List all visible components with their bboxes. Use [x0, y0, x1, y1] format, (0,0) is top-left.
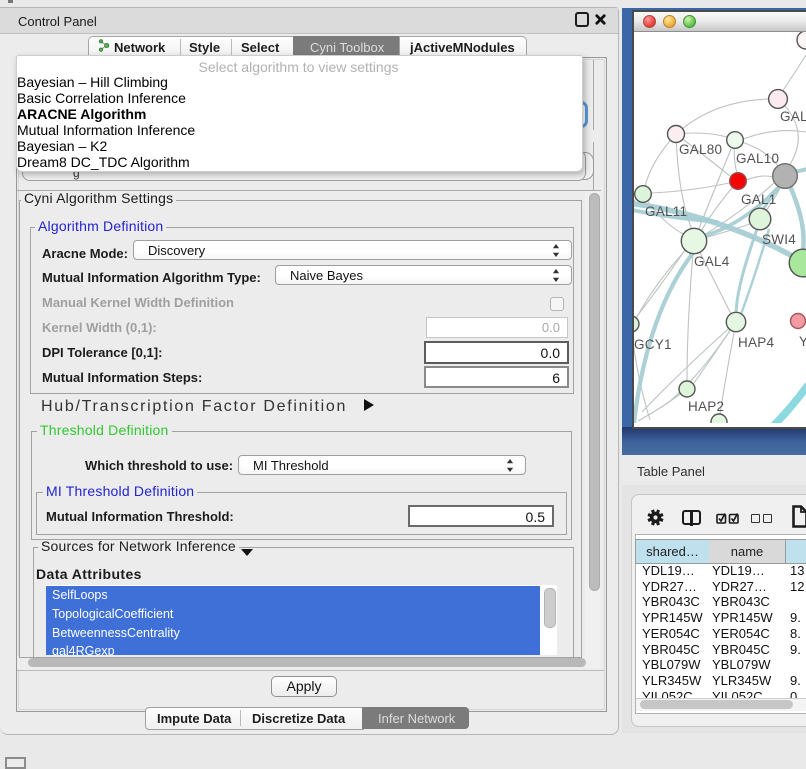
- svg-text:GAL11: GAL11: [645, 204, 687, 219]
- svg-text:HAP4: HAP4: [738, 335, 775, 350]
- svg-text:SWI4: SWI4: [762, 232, 796, 247]
- svg-text:GAL80: GAL80: [679, 142, 722, 157]
- svg-text:GAL4: GAL4: [694, 254, 730, 269]
- svg-text:HAP2: HAP2: [688, 399, 724, 414]
- svg-text:GAL10: GAL10: [736, 151, 779, 166]
- svg-text:GCY1: GCY1: [634, 337, 672, 352]
- svg-text:GAL: GAL: [780, 109, 806, 124]
- svg-text:Y: Y: [799, 334, 806, 349]
- svg-text:GAL1: GAL1: [741, 192, 777, 207]
